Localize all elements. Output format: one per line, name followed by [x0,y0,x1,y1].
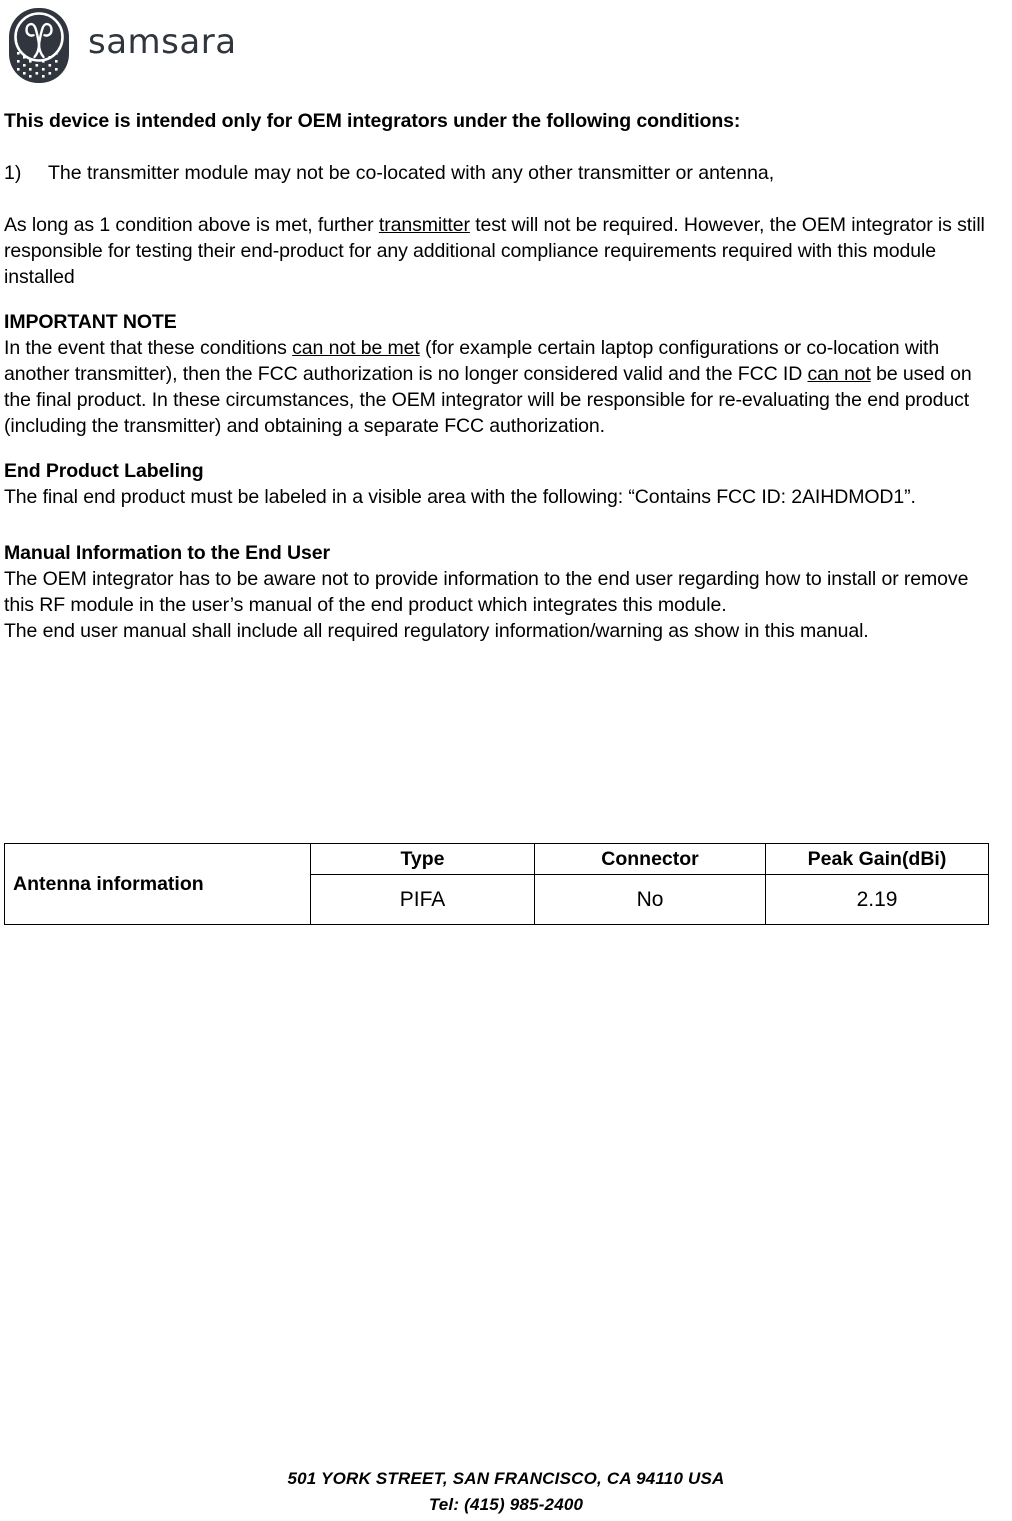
footer-phone: Tel: (415) 985-2400 [428,1495,584,1514]
compliance-paragraph-underlined: transmitter [378,214,470,236]
condition-number: 1) [4,162,22,184]
footer-address: 501 YORK STREET, SAN FRANCISCO, CA 94110… [287,1469,725,1488]
important-note-part-1: In the event that these conditions [4,337,293,359]
antenna-information-table: Antenna information Type Connector Peak … [4,843,989,925]
page-header: samsara [0,0,1012,96]
table-cell-peak-gain: 2.19 [765,874,989,925]
compliance-paragraph-lead: As long as 1 condition above is met, fur… [4,214,379,236]
table-header-peak-gain: Peak Gain(dBi) [765,843,989,875]
important-note-underlined-1: can not be met [292,337,420,359]
table-cell-connector: No [534,874,766,925]
important-note-title: IMPORTANT NOTE [4,311,177,333]
samsara-owl-logo-icon [8,7,70,84]
table-cell-type: PIFA [310,874,535,925]
manual-information-body-1: The OEM integrator has to be aware not t… [4,568,969,616]
compliance-paragraph: As long as 1 condition above is met, fur… [4,212,994,290]
important-note-body: In the event that these conditions can n… [4,335,994,439]
condition-text: The transmitter module may not be co-loc… [48,162,775,184]
manual-information-title: Manual Information to the End User [4,542,330,564]
end-product-labeling-body: The final end product must be labeled in… [4,486,916,508]
document-body: This device is intended only for OEM int… [4,108,994,644]
antenna-information-label: Antenna information [4,843,311,925]
manual-information-body-2: The end user manual shall include all re… [4,620,869,642]
important-note-underlined-2: can not [807,363,871,385]
table-row-header: Antenna information Type Connector Peak … [4,843,989,925]
table-header-type: Type [310,843,535,875]
page-footer: 501 YORK STREET, SAN FRANCISCO, CA 94110… [0,1466,1012,1518]
document-page: samsara This device is intended only for… [0,0,1012,1521]
end-product-labeling-title: End Product Labeling [4,460,204,482]
samsara-wordmark: samsara [88,22,237,62]
table-header-connector: Connector [534,843,766,875]
condition-item-1: 1) The transmitter module may not be co-l… [4,160,994,186]
document-heading: This device is intended only for OEM int… [4,110,741,132]
